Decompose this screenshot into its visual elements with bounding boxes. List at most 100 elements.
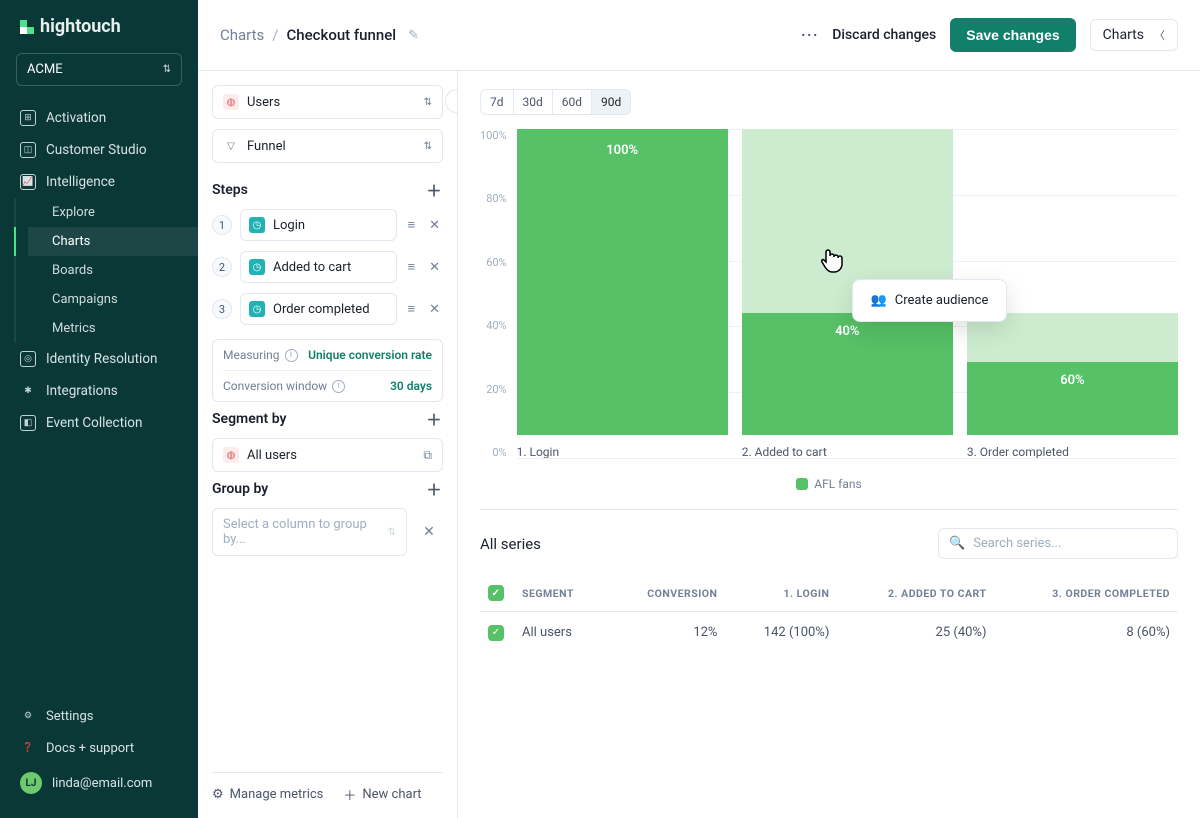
select-all-checkbox[interactable]: ✓: [488, 585, 504, 601]
search-placeholder: Search series...: [973, 536, 1061, 551]
segment-select[interactable]: ◍ All users ⧉: [212, 438, 443, 472]
sidebar-item-label: Activation: [46, 110, 106, 126]
segment-label: All users: [247, 448, 415, 463]
time-range-90d[interactable]: 90d: [591, 90, 630, 114]
cell-login: 142 (100%): [725, 612, 837, 653]
search-series-input[interactable]: 🔍 Search series...: [938, 528, 1178, 559]
col-segment[interactable]: SEGMENT: [514, 575, 607, 612]
save-changes-button[interactable]: Save changes: [950, 18, 1075, 52]
crumb-root[interactable]: Charts: [220, 26, 264, 44]
bar-label: 100%: [517, 143, 728, 158]
add-segment-button[interactable]: ＋: [425, 410, 443, 428]
org-switcher[interactable]: ACME ⇅: [16, 53, 182, 86]
discard-changes-link[interactable]: Discard changes: [832, 27, 936, 43]
manage-metrics-button[interactable]: ⚙ Manage metrics: [212, 785, 323, 804]
step-select-2[interactable]: ◷ Added to cart: [240, 251, 397, 283]
topbar: Charts / Checkout funnel ✎ ⋯ Discard cha…: [198, 0, 1200, 70]
series-table: ✓ SEGMENT CONVERSION 1. LOGIN 2. ADDED T…: [480, 575, 1178, 653]
step-select-1[interactable]: ◷ Login: [240, 209, 397, 241]
info-icon[interactable]: i: [285, 349, 298, 362]
step-row-3: 3 ◷ Order completed ≡ ✕: [212, 293, 443, 325]
row-checkbox[interactable]: ✓: [488, 625, 504, 641]
chevrons-icon: ⇅: [424, 97, 432, 108]
step-number: 1: [212, 215, 232, 235]
collapse-panel-button[interactable]: 〈: [445, 89, 458, 113]
sidebar-item-user[interactable]: LJ linda@email.com: [0, 764, 198, 802]
activation-icon: ⊞: [20, 110, 36, 126]
y-tick: 40%: [486, 319, 506, 332]
integrations-icon: ✱: [20, 383, 36, 399]
measuring-value[interactable]: Unique conversion rate: [308, 348, 432, 362]
create-audience-item[interactable]: 👥 Create audience: [857, 284, 1003, 317]
y-tick: 60%: [486, 256, 506, 269]
step-label: Order completed: [273, 302, 370, 317]
step-row-1: 1 ◷ Login ≡ ✕: [212, 209, 443, 241]
measuring-label: Measuring: [223, 348, 280, 362]
remove-step-icon[interactable]: ✕: [426, 300, 443, 319]
sidebar-item-docs[interactable]: ❓ Docs + support: [0, 732, 198, 764]
logo-glyph-icon: [20, 20, 34, 34]
sidebar-sub-explore[interactable]: Explore: [28, 198, 198, 227]
users-icon: ◍: [223, 447, 239, 463]
step-row-2: 2 ◷ Added to cart ≡ ✕: [212, 251, 443, 283]
filter-icon[interactable]: ≡: [405, 257, 419, 277]
chevrons-icon: ⇅: [388, 527, 396, 538]
sidebar-item-customer-studio[interactable]: ◫ Customer Studio: [0, 134, 198, 166]
group-by-select[interactable]: Select a column to group by... ⇅: [212, 508, 407, 556]
sidebar-item-identity-resolution[interactable]: ◎ Identity Resolution: [0, 343, 198, 375]
steps-title: Steps: [212, 182, 248, 198]
info-icon[interactable]: i: [332, 380, 345, 393]
col-login[interactable]: 1. LOGIN: [725, 575, 837, 612]
intelligence-icon: 📈: [20, 174, 36, 190]
breadcrumb: Charts / Checkout funnel ✎: [220, 26, 419, 44]
col-completed[interactable]: 3. ORDER COMPLETED: [994, 575, 1178, 612]
time-range-7d[interactable]: 7d: [481, 90, 513, 114]
edit-title-icon[interactable]: ✎: [408, 28, 419, 43]
more-menu-icon[interactable]: ⋯: [800, 25, 818, 46]
step-label: Login: [273, 218, 305, 233]
y-axis: 100% 80% 60% 40% 20% 0%: [480, 129, 507, 459]
ctx-label: Create audience: [895, 293, 989, 308]
sidebar-item-label: Docs + support: [46, 741, 134, 756]
gear-icon: ⚙: [212, 787, 224, 802]
time-range-60d[interactable]: 60d: [552, 90, 591, 114]
sidebar-item-activation[interactable]: ⊞ Activation: [0, 102, 198, 134]
cell-conversion: 12%: [607, 612, 725, 653]
add-group-button[interactable]: ＋: [425, 480, 443, 498]
sidebar-sub-charts[interactable]: Charts: [28, 227, 198, 256]
clock-icon: ◷: [249, 217, 265, 233]
external-link-icon[interactable]: ⧉: [423, 448, 432, 463]
chevron-left-icon: 〈: [1154, 27, 1165, 43]
step-select-3[interactable]: ◷ Order completed: [240, 293, 397, 325]
filter-icon[interactable]: ≡: [405, 299, 419, 319]
add-step-button[interactable]: ＋: [425, 181, 443, 199]
sidebar-item-event-collection[interactable]: ◧ Event Collection: [0, 407, 198, 439]
col-added[interactable]: 2. ADDED TO CART: [837, 575, 994, 612]
charts-nav-button[interactable]: Charts 〈: [1090, 19, 1178, 51]
filter-icon[interactable]: ≡: [405, 215, 419, 235]
time-range-30d[interactable]: 30d: [513, 90, 552, 114]
step-number: 2: [212, 257, 232, 277]
sidebar-sub-campaigns[interactable]: Campaigns: [28, 285, 198, 314]
sidebar-sub-boards[interactable]: Boards: [28, 256, 198, 285]
sidebar-item-settings[interactable]: ⚙ Settings: [0, 700, 198, 732]
cell-completed: 8 (60%): [994, 612, 1178, 653]
source-select[interactable]: ◍ Users ⇅: [212, 85, 443, 119]
new-chart-button[interactable]: ＋ New chart: [343, 785, 421, 804]
sidebar-item-intelligence[interactable]: 📈 Intelligence: [0, 166, 198, 198]
manage-metrics-label: Manage metrics: [230, 787, 324, 802]
chart-type-select[interactable]: ▽ Funnel ⇅: [212, 129, 443, 163]
new-chart-label: New chart: [362, 787, 421, 802]
bar-label: 40%: [742, 324, 953, 339]
remove-group-icon[interactable]: ✕: [415, 518, 443, 546]
funnel-bar-1[interactable]: 100%: [517, 129, 728, 435]
sidebar-item-label: Identity Resolution: [46, 351, 157, 367]
sidebar-sub-metrics[interactable]: Metrics: [28, 314, 198, 343]
remove-step-icon[interactable]: ✕: [426, 216, 443, 235]
app-name: hightouch: [40, 16, 121, 37]
window-value[interactable]: 30 days: [390, 379, 432, 393]
sidebar-item-integrations[interactable]: ✱ Integrations: [0, 375, 198, 407]
col-conversion[interactable]: CONVERSION: [607, 575, 725, 612]
table-row[interactable]: ✓ All users 12% 142 (100%) 25 (40%) 8 (6…: [480, 612, 1178, 653]
remove-step-icon[interactable]: ✕: [426, 258, 443, 277]
